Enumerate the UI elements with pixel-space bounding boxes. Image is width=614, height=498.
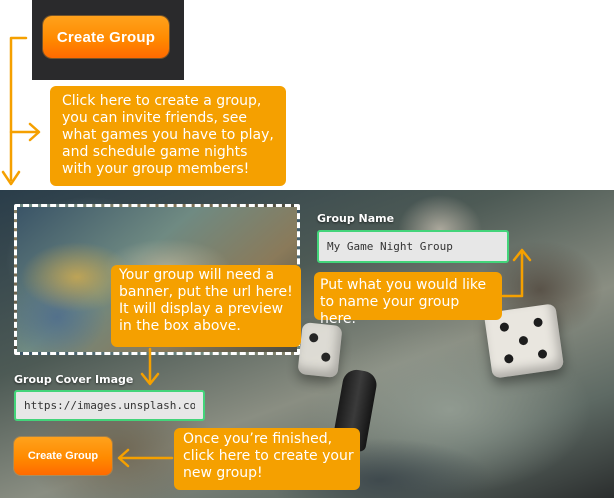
create-group-hint-callout: Click here to create a group, you can in… [50,86,286,186]
group-name-label: Group Name [317,212,395,225]
group-cover-image-label: Group Cover Image [14,373,134,386]
top-create-group-card: Create Group [32,0,184,80]
create-group-button-top[interactable]: Create Group [43,16,169,58]
dice-decoration-2 [297,322,343,378]
group-cover-image-input[interactable] [14,390,205,421]
group-name-input[interactable] [317,230,509,263]
group-name-hint-callout: Put what you would like to name your gro… [314,272,502,327]
create-group-submit-button[interactable]: Create Group [14,437,112,475]
banner-hint-callout: Your group will need a banner, put the u… [111,265,301,347]
finish-hint-callout: Once you’re finished, click here to crea… [174,428,360,490]
